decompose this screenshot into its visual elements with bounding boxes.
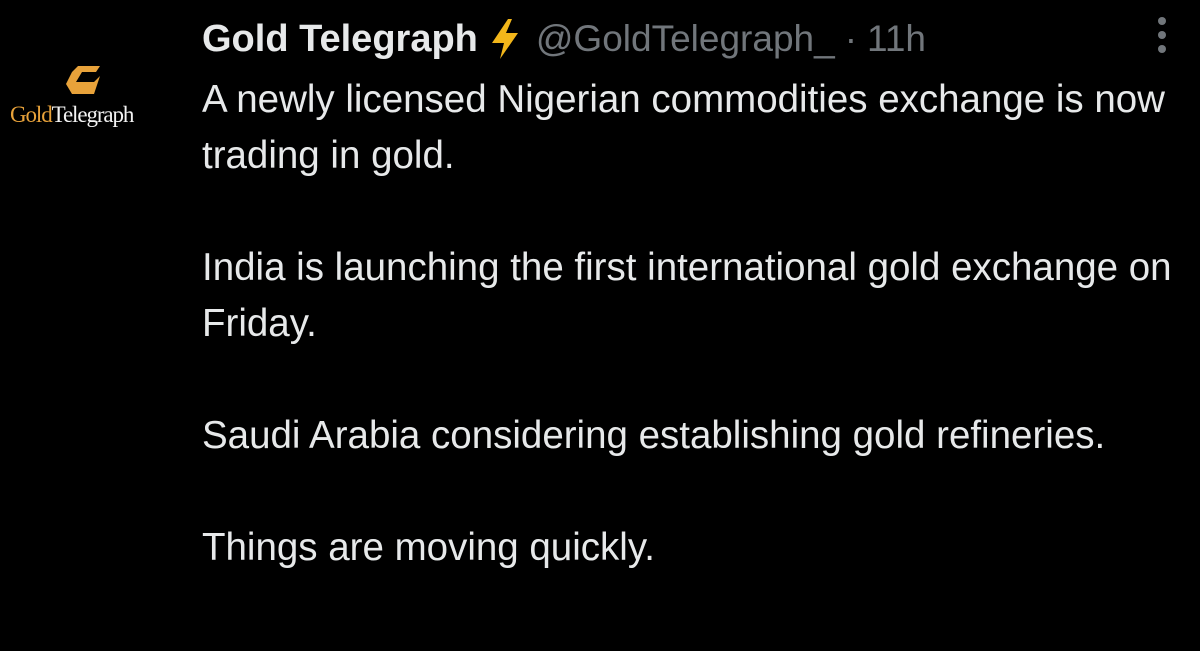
avatar[interactable]: GoldTelegraph: [10, 62, 162, 134]
tweet-paragraph: Saudi Arabia considering establishing go…: [202, 414, 1106, 457]
author-handle[interactable]: @GoldTelegraph_: [536, 18, 835, 60]
tweet: GoldTelegraph Gold Telegraph @GoldTelegr…: [0, 0, 1200, 651]
gold-telegraph-logo-icon: [66, 66, 100, 94]
tweet-header: Gold Telegraph @GoldTelegraph_ · 11h: [202, 14, 926, 64]
lightning-bolt-icon: [491, 19, 518, 59]
tweet-timestamp[interactable]: 11h: [867, 18, 926, 60]
separator-dot: ·: [844, 18, 858, 59]
tweet-paragraph: A newly licensed Nigerian commodities ex…: [202, 78, 1187, 177]
tweet-paragraph: India is launching the first internation…: [202, 246, 1183, 345]
tweet-paragraph: Things are moving quickly.: [202, 526, 655, 569]
avatar-wordmark: GoldTelegraph: [10, 102, 162, 128]
author-display-name[interactable]: Gold Telegraph: [202, 18, 478, 61]
wordmark-rest: Telegraph: [51, 102, 135, 127]
tweet-text: A newly licensed Nigerian commodities ex…: [202, 72, 1182, 576]
more-vertical-icon[interactable]: [1150, 14, 1174, 56]
wordmark-gold: Gold: [10, 102, 53, 127]
